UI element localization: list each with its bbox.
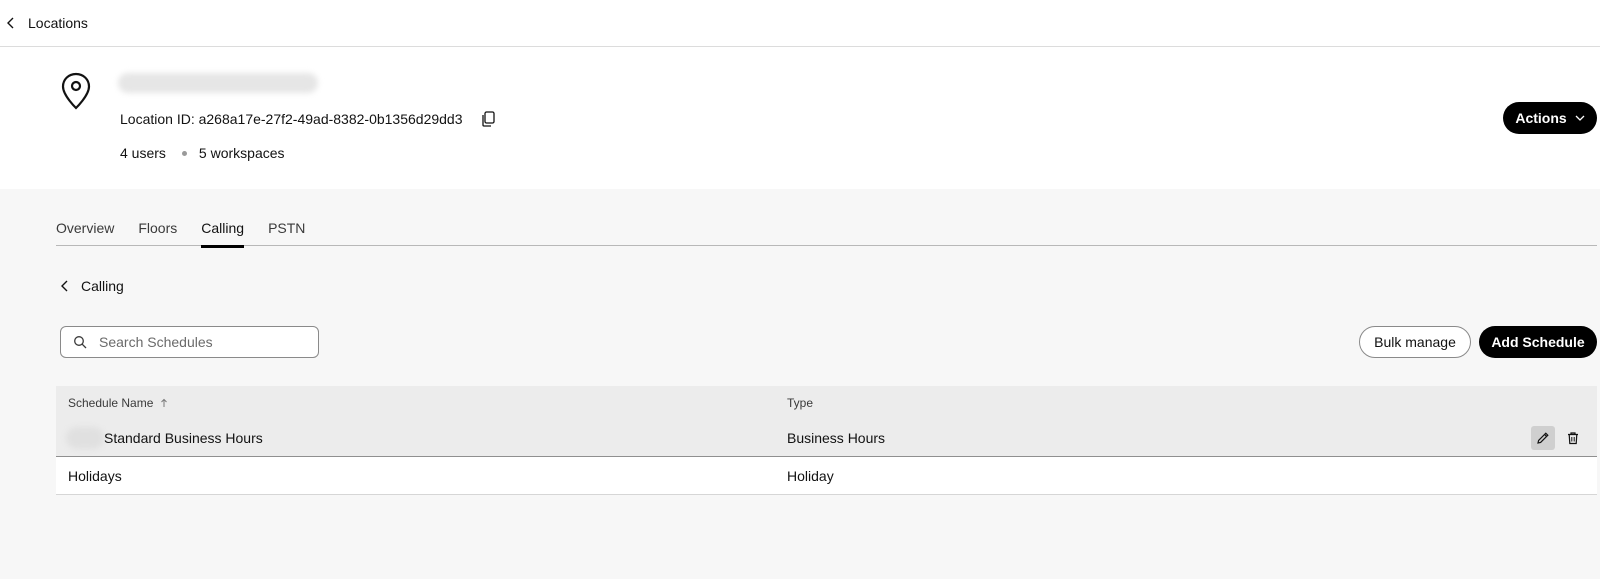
row-actions [1525, 425, 1585, 450]
search-box [60, 326, 319, 358]
users-count: 4 users [120, 145, 166, 161]
separator-dot [181, 150, 187, 156]
actions-button-label: Actions [1515, 110, 1567, 126]
schedule-type: Holiday [787, 467, 834, 484]
table-header: Schedule Name Type [56, 386, 1597, 419]
column-header-type[interactable]: Type [787, 396, 1597, 410]
schedule-name: Standard Business Hours [104, 429, 263, 446]
schedule-name-cell: Standard Business Hours [56, 426, 787, 449]
location-id: Location ID: a268a17e-27f2-49ad-8382-0b1… [120, 111, 495, 127]
actions-button[interactable]: Actions [1503, 102, 1597, 134]
tab-overview[interactable]: Overview [56, 216, 114, 246]
location-meta: 4 users 5 workspaces [120, 145, 285, 161]
back-to-calling-link[interactable]: Calling [58, 278, 124, 294]
search-icon [74, 336, 87, 349]
chevron-down-icon [1575, 115, 1585, 121]
tab-floors[interactable]: Floors [138, 216, 177, 246]
location-name-redacted [118, 73, 318, 93]
column-header-label: Schedule Name [68, 395, 154, 410]
section-back-label: Calling [81, 278, 124, 294]
table-row[interactable]: Holidays Holiday [56, 457, 1597, 495]
copy-icon[interactable] [481, 111, 495, 127]
arrow-up-icon [161, 398, 168, 407]
location-tabs: Overview Floors Calling PSTN [56, 216, 1597, 248]
delete-button[interactable] [1561, 426, 1585, 450]
bulk-manage-button[interactable]: Bulk manage [1359, 326, 1471, 358]
location-id-text: Location ID: a268a17e-27f2-49ad-8382-0b1… [120, 111, 463, 127]
redacted-blur [66, 426, 104, 449]
schedule-type: Business Hours [787, 429, 886, 446]
search-input[interactable] [99, 334, 299, 350]
location-header: Location ID: a268a17e-27f2-49ad-8382-0b1… [0, 47, 1600, 189]
trash-icon [1568, 431, 1578, 444]
add-schedule-button[interactable]: Add Schedule [1479, 326, 1597, 358]
back-to-locations-link[interactable]: Locations [4, 15, 88, 31]
back-link-label: Locations [28, 15, 88, 31]
schedule-name: Holidays [68, 467, 122, 484]
chevron-left-icon [7, 17, 14, 29]
schedules-table: Schedule Name Type Standard Business Hou… [56, 386, 1597, 495]
column-header-schedule-name[interactable]: Schedule Name [56, 396, 787, 410]
edit-button[interactable] [1531, 425, 1555, 450]
pencil-icon [1537, 431, 1549, 444]
table-row[interactable]: Standard Business Hours Business Hours [56, 419, 1597, 457]
location-pin-icon [61, 72, 91, 110]
workspaces-count: 5 workspaces [198, 145, 285, 161]
tab-pstn[interactable]: PSTN [268, 216, 305, 246]
chevron-left-icon [61, 280, 68, 292]
top-bar: Locations [0, 0, 1600, 47]
tab-calling[interactable]: Calling [201, 216, 244, 248]
